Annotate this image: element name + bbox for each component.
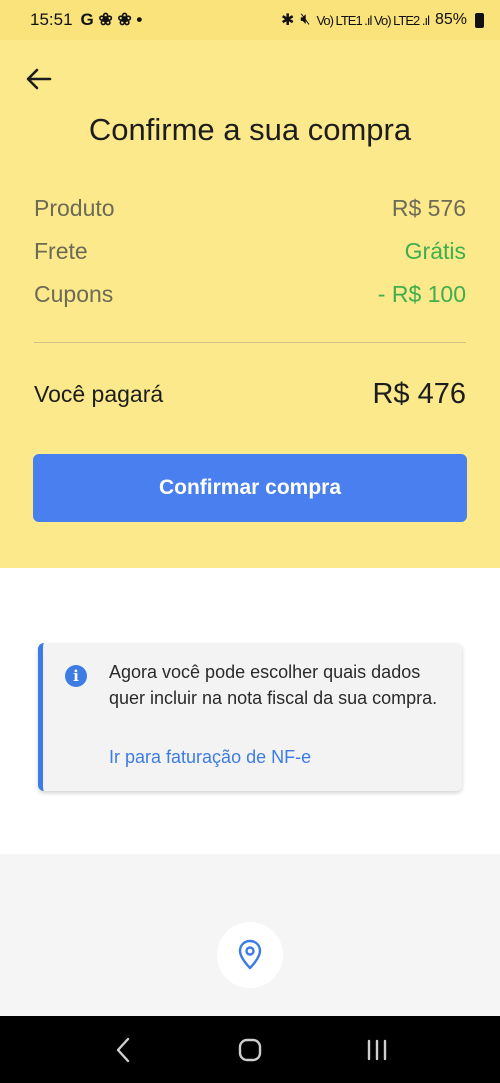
summary-row-shipping: Frete Grátis <box>34 238 466 265</box>
location-pin-icon <box>238 939 262 970</box>
arrow-left-icon <box>26 68 52 90</box>
total-label: Você pagará <box>34 381 164 407</box>
system-nav-bar <box>0 1016 500 1083</box>
nav-home-button[interactable] <box>220 1025 280 1075</box>
nav-back-button[interactable] <box>93 1025 153 1075</box>
nav-recents-icon <box>367 1039 386 1060</box>
nav-back-icon <box>117 1037 130 1062</box>
battery-percent: 85% <box>434 11 467 28</box>
nav-home-icon <box>238 1038 262 1061</box>
summary-divider <box>34 342 466 343</box>
info-text: Agora você pode escolher quais dados que… <box>109 662 438 708</box>
product-value: R$ 576 <box>391 195 466 221</box>
total-row: Você pagará R$ 476 <box>34 378 466 411</box>
signal-icons: Vo) LTE1 .ıl Vo) LTE2 .ıl <box>316 12 430 28</box>
status-right: ✱ 🔇︎ Vo) LTE1 .ıl Vo) LTE2 .ıl 85% <box>281 10 484 30</box>
info-icon: i <box>65 665 87 687</box>
status-bar: 15:51 G ❀ ❀ • ✱ 🔇︎ Vo) LTE1 .ıl Vo) LTE2… <box>0 0 500 40</box>
total-value: R$ 476 <box>372 378 466 410</box>
shipping-label: Frete <box>34 238 88 264</box>
back-button[interactable] <box>22 62 56 96</box>
status-time: 15:51 <box>30 10 73 29</box>
battery-icon <box>475 12 484 28</box>
nav-recents-button[interactable] <box>347 1025 407 1075</box>
nfe-billing-link[interactable]: Ir para faturação de NF-e <box>109 747 311 768</box>
status-left: 15:51 G ❀ ❀ • <box>30 10 142 30</box>
summary-row-coupons: Cupons - R$ 100 <box>34 281 466 308</box>
mute-icon: 🔇︎ <box>300 11 311 28</box>
shipping-value: Grátis <box>404 238 466 264</box>
page-title: Confirme a sua compra <box>88 112 412 147</box>
product-label: Produto <box>34 195 115 221</box>
coupons-value: - R$ 100 <box>377 281 466 307</box>
notification-icons: G ❀ ❀ • <box>80 10 143 29</box>
bluetooth-icon: ✱ <box>280 12 295 29</box>
purchase-summary-panel: Confirme a sua compra Produto R$ 576 Fre… <box>0 40 500 568</box>
nfe-info-card: i Agora você pode escolher quais dados q… <box>38 643 462 791</box>
coupons-label: Cupons <box>34 281 114 307</box>
confirm-purchase-button[interactable]: Confirmar compra <box>33 454 467 522</box>
summary-row-product: Produto R$ 576 <box>34 195 466 222</box>
location-button[interactable] <box>217 922 283 988</box>
